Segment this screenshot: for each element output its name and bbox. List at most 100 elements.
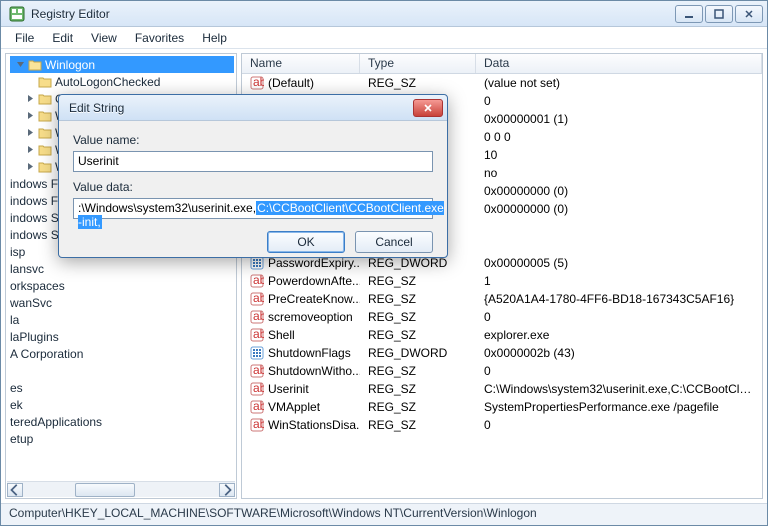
value-data: SystemPropertiesPerformance.exe /pagefil… [476,400,762,414]
value-name-input[interactable]: Userinit [73,151,433,172]
tree-node-winlogon[interactable]: Winlogon [10,56,234,73]
reg-sz-icon: ab [250,382,264,396]
titlebar[interactable]: Registry Editor [1,1,767,27]
value-data-label: Value data: [73,180,433,194]
reg-sz-icon: ab [250,418,264,432]
svg-text:ab: ab [253,328,264,341]
tree-node[interactable]: ek [10,396,234,413]
cancel-button[interactable]: Cancel [355,231,433,253]
list-row[interactable]: abscremoveoptionREG_SZ0 [242,308,762,326]
scroll-right-button[interactable] [219,483,235,497]
svg-text:ab: ab [253,76,264,89]
value-data: 0x00000000 (0) [476,184,762,198]
tree-hscroll[interactable] [7,481,235,497]
value-data-input[interactable]: :\Windows\system32\userinit.exe,C:\CCBoo… [73,198,433,219]
tree-node[interactable]: laPlugins [10,328,234,345]
chevron-down-icon[interactable] [16,60,25,69]
col-header-data[interactable]: Data [476,54,762,73]
reg-sz-icon: ab [250,328,264,342]
list-row[interactable]: abShellREG_SZexplorer.exe [242,326,762,344]
folder-icon [38,144,52,156]
tree-node[interactable]: orkspaces [10,277,234,294]
svg-text:ab: ab [253,310,264,323]
chevron-right-icon[interactable] [26,94,35,103]
value-data: 0x00000000 (0) [476,202,762,216]
list-header: Name Type Data [242,54,762,74]
col-header-type[interactable]: Type [360,54,476,73]
chevron-right-icon[interactable] [26,128,35,137]
list-row[interactable]: ab(Default)REG_SZ(value not set) [242,74,762,92]
folder-icon [38,161,52,173]
reg-sz-icon: ab [250,400,264,414]
value-data: 0 [476,94,762,108]
tree-node[interactable]: teredApplications [10,413,234,430]
value-data: 0 0 0 [476,130,762,144]
reg-sz-icon: ab [250,292,264,306]
value-data: 0x00000005 (5) [476,256,762,270]
svg-text:ab: ab [253,418,264,431]
value-data: 0 [476,364,762,378]
dialog-titlebar[interactable]: Edit String [59,95,447,121]
list-row[interactable]: ShutdownFlagsREG_DWORD0x0000002b (43) [242,344,762,362]
value-type: REG_SZ [360,76,476,90]
tree-node[interactable]: AutoLogonChecked [10,73,234,90]
value-name: ShutdownFlags [268,346,351,360]
menu-favorites[interactable]: Favorites [127,29,192,47]
value-name: ShutdownWitho... [268,364,360,378]
tree-node[interactable]: wanSvc [10,294,234,311]
value-name: WinStationsDisa... [268,418,360,432]
value-type: REG_SZ [360,418,476,432]
folder-icon [38,127,52,139]
col-header-name[interactable]: Name [242,54,360,73]
list-row[interactable]: ab WinStationsDisa...REG_SZ0 [242,416,762,434]
value-type: REG_SZ [360,328,476,342]
chevron-right-icon[interactable] [26,145,35,154]
menu-edit[interactable]: Edit [44,29,81,47]
folder-icon [38,76,52,88]
value-data: 0 [476,418,762,432]
value-name: Shell [268,328,295,342]
folder-icon [38,110,52,122]
value-data: 0 [476,310,762,324]
maximize-button[interactable] [705,5,733,23]
value-name: Userinit [268,382,309,396]
svg-text:ab: ab [253,400,264,413]
value-type: REG_SZ [360,292,476,306]
menubar: File Edit View Favorites Help [1,27,767,49]
value-data: {A520A1A4-1780-4FF6-BD18-167343C5AF16} [476,292,762,306]
tree-node[interactable]: la [10,311,234,328]
menu-file[interactable]: File [7,29,42,47]
tree-node[interactable]: es [10,379,234,396]
chevron-right-icon[interactable] [26,111,35,120]
tree-node[interactable]: A Corporation [10,345,234,362]
value-type: REG_SZ [360,400,476,414]
tree-node[interactable] [10,362,234,379]
value-data: 0x00000001 (1) [476,112,762,126]
tree-node[interactable]: etup [10,430,234,447]
window-title: Registry Editor [31,7,110,21]
list-row[interactable]: abShutdownWitho...REG_SZ0 [242,362,762,380]
value-name: PowerdownAfte... [268,274,360,288]
ok-button[interactable]: OK [267,231,345,253]
main-window: Registry Editor File Edit View Favorites… [0,0,768,526]
value-type: REG_SZ [360,274,476,288]
menu-help[interactable]: Help [194,29,235,47]
scroll-thumb[interactable] [75,483,135,497]
reg-sz-icon: ab [250,364,264,378]
scroll-left-button[interactable] [7,483,23,497]
menu-view[interactable]: View [83,29,125,47]
reg-sz-icon: ab [250,274,264,288]
list-row[interactable]: abUserinitREG_SZC:\Windows\system32\user… [242,380,762,398]
value-name: scremoveoption [268,310,353,324]
minimize-button[interactable] [675,5,703,23]
chevron-right-icon[interactable] [26,162,35,171]
dialog-close-button[interactable] [413,99,443,117]
svg-text:ab: ab [253,364,264,377]
list-row[interactable]: abPowerdownAfte...REG_SZ1 [242,272,762,290]
close-button[interactable] [735,5,763,23]
list-row[interactable]: abPreCreateKnow...REG_SZ{A520A1A4-1780-4… [242,290,762,308]
svg-text:ab: ab [253,274,264,287]
statusbar: Computer\HKEY_LOCAL_MACHINE\SOFTWARE\Mic… [1,503,767,525]
value-name: VMApplet [268,400,320,414]
list-row[interactable]: ab VMApplet REG_SZSystemPropertiesPerforma… [242,398,762,416]
